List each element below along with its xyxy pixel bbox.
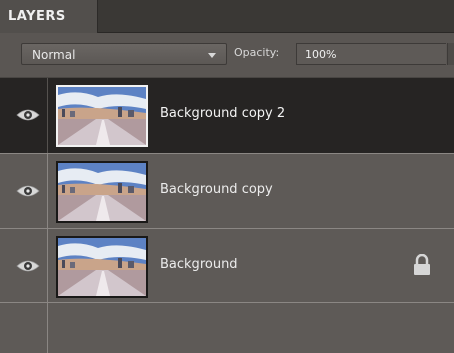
panel-tab-strip: LAYERS [0, 0, 454, 33]
eye-icon [16, 109, 40, 121]
layer-row[interactable]: Background copy 2 [0, 78, 454, 153]
layer-name: Background [160, 257, 238, 272]
chevron-down-icon [208, 53, 216, 58]
layers-panel: LAYERS Normal Opacity: 100% Background c… [0, 0, 454, 353]
layer-options-bar: Normal Opacity: 100% [0, 33, 454, 78]
tab-layers[interactable]: LAYERS [0, 0, 98, 33]
eye-icon [16, 260, 40, 272]
visibility-toggle[interactable] [0, 154, 48, 229]
eye-icon [16, 185, 40, 197]
layer-name: Background copy 2 [160, 106, 286, 121]
row-divider [0, 302, 454, 303]
opacity-input[interactable]: 100% [296, 43, 446, 65]
opacity-label: Opacity: [234, 46, 280, 59]
opacity-slider-button[interactable] [447, 43, 454, 65]
lock-icon [414, 254, 430, 275]
visibility-toggle[interactable] [0, 78, 48, 153]
layer-row[interactable]: Background copy [0, 154, 454, 229]
layer-thumbnail [56, 161, 148, 223]
blend-mode-select[interactable]: Normal [21, 43, 227, 65]
layer-thumbnail [56, 85, 148, 147]
visibility-toggle[interactable] [0, 229, 48, 304]
layer-name: Background copy [160, 182, 273, 197]
blend-mode-value: Normal [32, 48, 76, 62]
layer-row[interactable]: Background [0, 229, 454, 304]
column-divider [47, 302, 48, 353]
layer-thumbnail [56, 236, 148, 298]
